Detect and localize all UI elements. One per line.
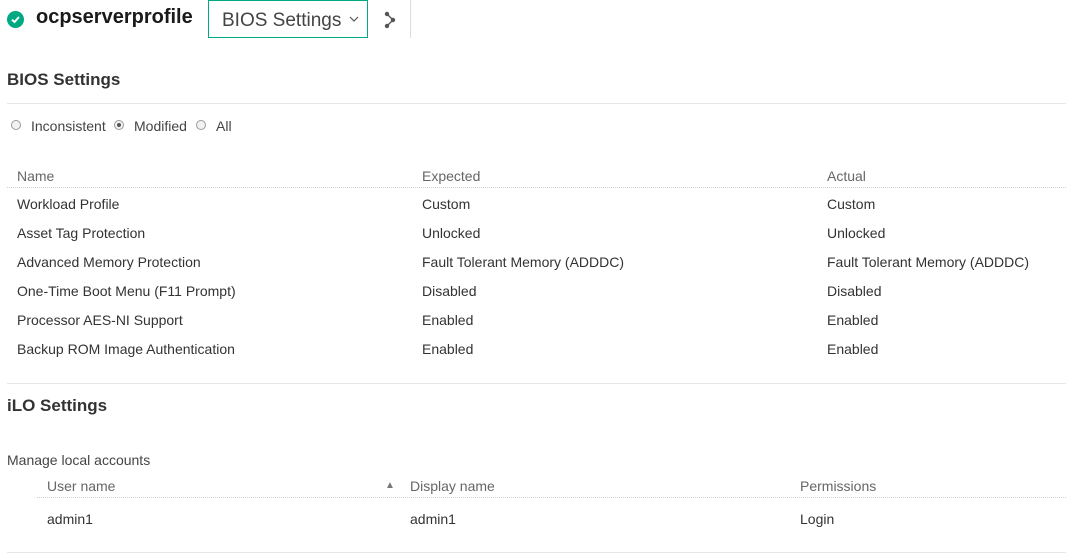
cell-name: Workload Profile xyxy=(17,196,120,212)
cell-actual: Fault Tolerant Memory (ADDDC) xyxy=(827,254,1030,270)
filter-label: Modified xyxy=(134,118,187,134)
view-select-label: BIOS Settings xyxy=(222,10,342,31)
radio-circle xyxy=(196,120,206,130)
profile-name: ocpserverprofile xyxy=(36,6,193,28)
cell-name: Advanced Memory Protection xyxy=(17,254,201,270)
col-header-expected[interactable]: Expected xyxy=(422,168,480,184)
filter-label: Inconsistent xyxy=(31,118,106,134)
cell-expected: Fault Tolerant Memory (ADDDC) xyxy=(422,254,625,270)
filter-label: All xyxy=(216,118,232,134)
header-divider xyxy=(410,0,411,38)
chevron-down-icon xyxy=(349,16,359,22)
cell-expected: Enabled xyxy=(422,341,474,357)
col-header-display-name[interactable]: Display name xyxy=(410,478,495,494)
col-header-user-name[interactable]: User name xyxy=(47,478,115,494)
share-icon[interactable] xyxy=(380,10,400,30)
cell-actual: Enabled xyxy=(827,312,879,328)
cell-actual: Enabled xyxy=(827,341,879,357)
bottom-divider xyxy=(7,552,1066,553)
cell-actual: Disabled xyxy=(827,283,882,299)
cell-permissions: Login xyxy=(800,511,835,527)
view-select-dropdown[interactable]: BIOS Settings xyxy=(208,0,368,38)
cell-display-name: admin1 xyxy=(410,511,456,527)
cell-actual: Unlocked xyxy=(827,225,886,241)
header-divider xyxy=(7,187,1066,188)
cell-name: One-Time Boot Menu (F11 Prompt) xyxy=(17,283,236,299)
col-header-name[interactable]: Name xyxy=(17,168,54,184)
ilo-section-title: iLO Settings xyxy=(7,396,108,415)
sort-ascending-icon[interactable]: ▲ xyxy=(385,480,395,491)
cell-user-name: admin1 xyxy=(47,511,93,527)
radio-circle xyxy=(114,120,124,130)
bios-section-title: BIOS Settings xyxy=(7,70,121,89)
cell-name: Asset Tag Protection xyxy=(17,225,146,241)
cell-expected: Disabled xyxy=(422,283,477,299)
cell-name: Backup ROM Image Authentication xyxy=(17,341,235,357)
cell-expected: Unlocked xyxy=(422,225,481,241)
radio-circle xyxy=(11,120,21,130)
cell-actual: Custom xyxy=(827,196,876,212)
manage-accounts-heading: Manage local accounts xyxy=(7,452,151,468)
section-divider xyxy=(7,383,1066,384)
cell-name: Processor AES-NI Support xyxy=(17,312,183,328)
col-header-permissions[interactable]: Permissions xyxy=(800,478,876,494)
header-divider xyxy=(37,497,1066,498)
cell-expected: Enabled xyxy=(422,312,474,328)
cell-expected: Custom xyxy=(422,196,471,212)
bios-divider xyxy=(7,103,1066,104)
status-ok-icon xyxy=(7,11,24,28)
col-header-actual[interactable]: Actual xyxy=(827,168,866,184)
page-header: ocpserverprofile BIOS Settings xyxy=(0,0,1067,40)
